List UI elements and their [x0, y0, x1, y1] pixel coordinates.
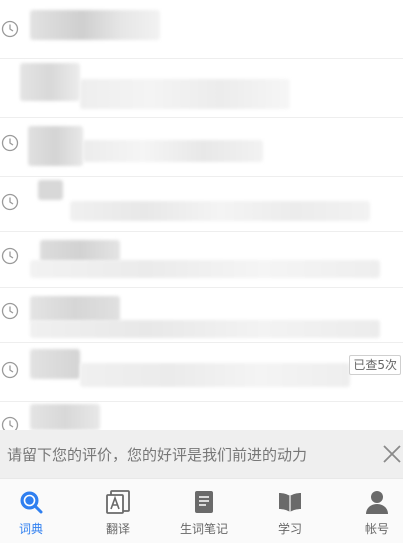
history-item[interactable]: [0, 118, 403, 177]
translate-icon: [105, 489, 131, 515]
clock-icon: [1, 416, 19, 430]
tab-label: 帐号: [364, 522, 389, 536]
feedback-banner[interactable]: 请留下您的评价，您的好评是我们前进的动力: [0, 430, 403, 478]
blurred-content: [80, 79, 290, 109]
blurred-content: [80, 363, 350, 387]
bottom-tab-bar: 词典 翻译 生词笔记 学习 帐号: [0, 478, 403, 543]
tab-label: 学习: [277, 522, 302, 536]
blurred-content: [20, 63, 80, 101]
blurred-content: [30, 296, 120, 322]
blurred-content: [30, 404, 100, 430]
clock-icon: [1, 134, 19, 152]
tab-account[interactable]: 帐号: [337, 479, 403, 543]
history-item[interactable]: [0, 232, 403, 288]
tab-translate[interactable]: 翻译: [78, 479, 158, 543]
history-item[interactable]: [0, 402, 403, 430]
blurred-content: [40, 240, 120, 262]
clock-icon: [1, 247, 19, 265]
blurred-content: [30, 320, 380, 338]
tab-vocab-notes[interactable]: 生词笔记: [164, 479, 244, 543]
history-item[interactable]: [0, 288, 403, 343]
user-icon: [364, 489, 390, 515]
blurred-content: [30, 260, 380, 278]
blurred-content: [30, 349, 80, 379]
history-item[interactable]: [0, 59, 403, 118]
search-history-list: 已查5次: [0, 0, 403, 430]
history-item[interactable]: 已查5次: [0, 343, 403, 402]
close-icon[interactable]: [381, 443, 403, 465]
blurred-content: [38, 180, 63, 200]
blurred-content: [30, 10, 160, 40]
dictionary-search-icon: [18, 489, 44, 515]
tab-study[interactable]: 学习: [250, 479, 330, 543]
clock-icon: [1, 20, 19, 38]
book-icon: [277, 489, 303, 515]
notebook-icon: [191, 489, 217, 515]
blurred-content: [70, 201, 370, 221]
lookup-count-badge: 已查5次: [349, 355, 401, 375]
tab-label: 词典: [18, 522, 43, 536]
clock-icon: [1, 361, 19, 379]
history-item[interactable]: [0, 177, 403, 232]
clock-icon: [1, 193, 19, 211]
blurred-content: [83, 140, 263, 162]
blurred-content: [28, 126, 83, 166]
tab-label: 生词笔记: [179, 522, 228, 536]
feedback-text: 请留下您的评价，您的好评是我们前进的动力: [7, 446, 308, 464]
tab-label: 翻译: [105, 522, 130, 536]
history-item[interactable]: [0, 0, 403, 59]
clock-icon: [1, 302, 19, 320]
tab-dictionary[interactable]: 词典: [0, 479, 71, 543]
